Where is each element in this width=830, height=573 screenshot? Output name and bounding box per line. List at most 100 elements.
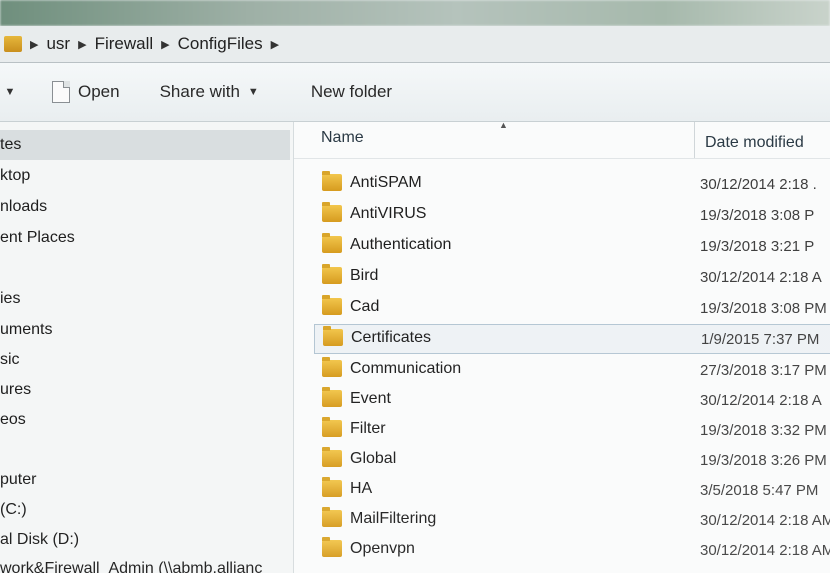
file-name: Event bbox=[350, 390, 391, 407]
list-item[interactable]: Authentication 19/3/2018 3:21 P bbox=[314, 232, 830, 260]
nav-item-drive-d[interactable]: al Disk (D:) bbox=[0, 531, 79, 549]
file-list: ▲ Name Date modified AntiSPAM 30/12/2014… bbox=[294, 120, 830, 573]
file-date: 19/3/2018 3:26 PM bbox=[700, 452, 827, 469]
file-date: 30/12/2014 2:18 . bbox=[700, 176, 817, 193]
chevron-right-icon[interactable]: ▶ bbox=[161, 38, 169, 51]
open-label: Open bbox=[78, 82, 120, 101]
file-name: AntiVIRUS bbox=[350, 205, 427, 222]
wallpaper-strip bbox=[0, 0, 830, 26]
breadcrumb-firewall[interactable]: Firewall bbox=[95, 34, 154, 54]
nav-item-music[interactable]: sic bbox=[0, 351, 20, 369]
address-bar[interactable]: ▶ usr ▶ Firewall ▶ ConfigFiles ▶ bbox=[0, 26, 830, 63]
list-item[interactable]: AntiSPAM 30/12/2014 2:18 . bbox=[314, 170, 830, 198]
new-folder-label: New folder bbox=[310, 82, 393, 101]
nav-item-label: ies bbox=[0, 290, 21, 307]
file-name: Authentication bbox=[350, 236, 452, 253]
file-date: 30/12/2014 2:18 AM bbox=[700, 512, 830, 529]
chevron-right-icon[interactable]: ▶ bbox=[271, 38, 279, 51]
file-name: Cad bbox=[350, 298, 380, 315]
file-date: 19/3/2018 3:21 P bbox=[700, 238, 815, 255]
sort-ascending-icon: ▲ bbox=[499, 120, 508, 130]
nav-item-label: eos bbox=[0, 411, 26, 428]
file-date: 30/12/2014 2:18 AM bbox=[700, 542, 830, 559]
file-name: Communication bbox=[350, 360, 462, 377]
folder-icon bbox=[322, 537, 342, 557]
open-button[interactable]: Open bbox=[52, 81, 120, 103]
nav-item-label: tes bbox=[0, 136, 22, 153]
folder-icon bbox=[322, 507, 342, 527]
folder-icon bbox=[322, 171, 342, 191]
nav-item-documents[interactable]: uments bbox=[0, 321, 52, 339]
nav-item-label: nloads bbox=[0, 198, 48, 215]
chevron-right-icon[interactable]: ▶ bbox=[30, 38, 38, 51]
share-with-label: Share with bbox=[159, 82, 240, 101]
nav-item-label: sic bbox=[0, 351, 20, 368]
nav-item-libraries[interactable]: ies bbox=[0, 290, 20, 308]
list-item[interactable]: Global 19/3/2018 3:26 PM bbox=[314, 446, 830, 474]
nav-item-recent-places[interactable]: ent Places bbox=[0, 229, 75, 247]
nav-item-downloads[interactable]: nloads bbox=[0, 198, 47, 216]
column-divider[interactable] bbox=[694, 122, 695, 158]
nav-item-computer[interactable]: puter bbox=[0, 471, 36, 489]
list-item[interactable]: Cad 19/3/2018 3:08 PM bbox=[314, 294, 830, 322]
share-with-button[interactable]: Share with ▼ bbox=[160, 82, 259, 102]
file-name: HA bbox=[350, 480, 373, 497]
chevron-right-icon[interactable]: ▶ bbox=[78, 38, 86, 51]
nav-item-label: ures bbox=[0, 381, 32, 398]
breadcrumb-usr[interactable]: usr bbox=[46, 34, 70, 54]
file-name: Filter bbox=[350, 420, 386, 437]
column-header-row: ▲ Name Date modified bbox=[294, 120, 830, 159]
explorer-window: ▶ usr ▶ Firewall ▶ ConfigFiles ▶ ▼ Open … bbox=[0, 0, 830, 573]
nav-item-desktop[interactable]: ktop bbox=[0, 167, 30, 185]
nav-item-drive-c[interactable]: (C:) bbox=[0, 501, 27, 519]
file-date: 30/12/2014 2:18 A bbox=[700, 392, 822, 409]
file-date: 19/3/2018 3:08 P bbox=[700, 207, 815, 224]
organize-dropdown-icon[interactable]: ▼ bbox=[0, 86, 20, 98]
list-item-hovered[interactable]: Certificates 1/9/2015 7:37 PM bbox=[314, 324, 830, 354]
nav-item-network-share[interactable]: work&Firewall_Admin (\\abmb.allianc bbox=[0, 560, 262, 573]
file-date: 27/3/2018 3:17 PM bbox=[700, 362, 827, 379]
nav-item-label: al Disk (D:) bbox=[0, 531, 80, 548]
nav-item-label: work&Firewall_Admin (\\abmb.allianc bbox=[0, 560, 263, 573]
list-item[interactable]: Event 30/12/2014 2:18 A bbox=[314, 386, 830, 414]
column-header-name[interactable]: Name bbox=[321, 129, 364, 147]
file-date: 19/3/2018 3:08 PM bbox=[700, 300, 827, 317]
list-item[interactable]: Bird 30/12/2014 2:18 A bbox=[314, 263, 830, 291]
folder-icon bbox=[4, 36, 22, 52]
folder-icon bbox=[322, 264, 342, 284]
new-folder-button[interactable]: New folder bbox=[311, 82, 392, 102]
list-item[interactable]: HA 3/5/2018 5:47 PM bbox=[314, 476, 830, 504]
column-header-date-modified[interactable]: Date modified bbox=[705, 134, 804, 152]
folder-icon bbox=[322, 387, 342, 407]
nav-item-label: ent Places bbox=[0, 229, 75, 246]
file-date: 1/9/2015 7:37 PM bbox=[701, 331, 820, 348]
file-name: Global bbox=[350, 450, 397, 467]
command-bar: ▼ Open Share with ▼ New folder bbox=[0, 63, 830, 122]
list-item[interactable]: Openvpn 30/12/2014 2:18 AM bbox=[314, 536, 830, 564]
file-date: 3/5/2018 5:47 PM bbox=[700, 482, 819, 499]
list-item[interactable]: Communication 27/3/2018 3:17 PM bbox=[314, 356, 830, 384]
nav-item-pictures[interactable]: ures bbox=[0, 381, 31, 399]
file-name: Openvpn bbox=[350, 540, 415, 557]
folder-icon bbox=[323, 326, 343, 346]
file-date: 19/3/2018 3:32 PM bbox=[700, 422, 827, 439]
nav-item-favorites[interactable]: tes bbox=[0, 130, 290, 160]
list-item[interactable]: MailFiltering 30/12/2014 2:18 AM bbox=[314, 506, 830, 534]
folder-icon bbox=[322, 233, 342, 253]
file-name: AntiSPAM bbox=[350, 174, 422, 191]
folder-icon bbox=[322, 477, 342, 497]
nav-item-videos[interactable]: eos bbox=[0, 411, 26, 429]
breadcrumb-configfiles[interactable]: ConfigFiles bbox=[178, 34, 263, 54]
nav-item-label: puter bbox=[0, 471, 37, 488]
chevron-down-icon: ▼ bbox=[247, 86, 259, 98]
nav-item-label: (C:) bbox=[0, 501, 27, 518]
list-item[interactable]: Filter 19/3/2018 3:32 PM bbox=[314, 416, 830, 444]
folder-icon bbox=[322, 202, 342, 222]
file-name: Bird bbox=[350, 267, 379, 284]
folder-icon bbox=[322, 447, 342, 467]
folder-icon bbox=[322, 417, 342, 437]
nav-item-label: uments bbox=[0, 321, 53, 338]
folder-icon bbox=[322, 357, 342, 377]
list-item[interactable]: AntiVIRUS 19/3/2018 3:08 P bbox=[314, 201, 830, 229]
document-icon bbox=[52, 81, 70, 103]
